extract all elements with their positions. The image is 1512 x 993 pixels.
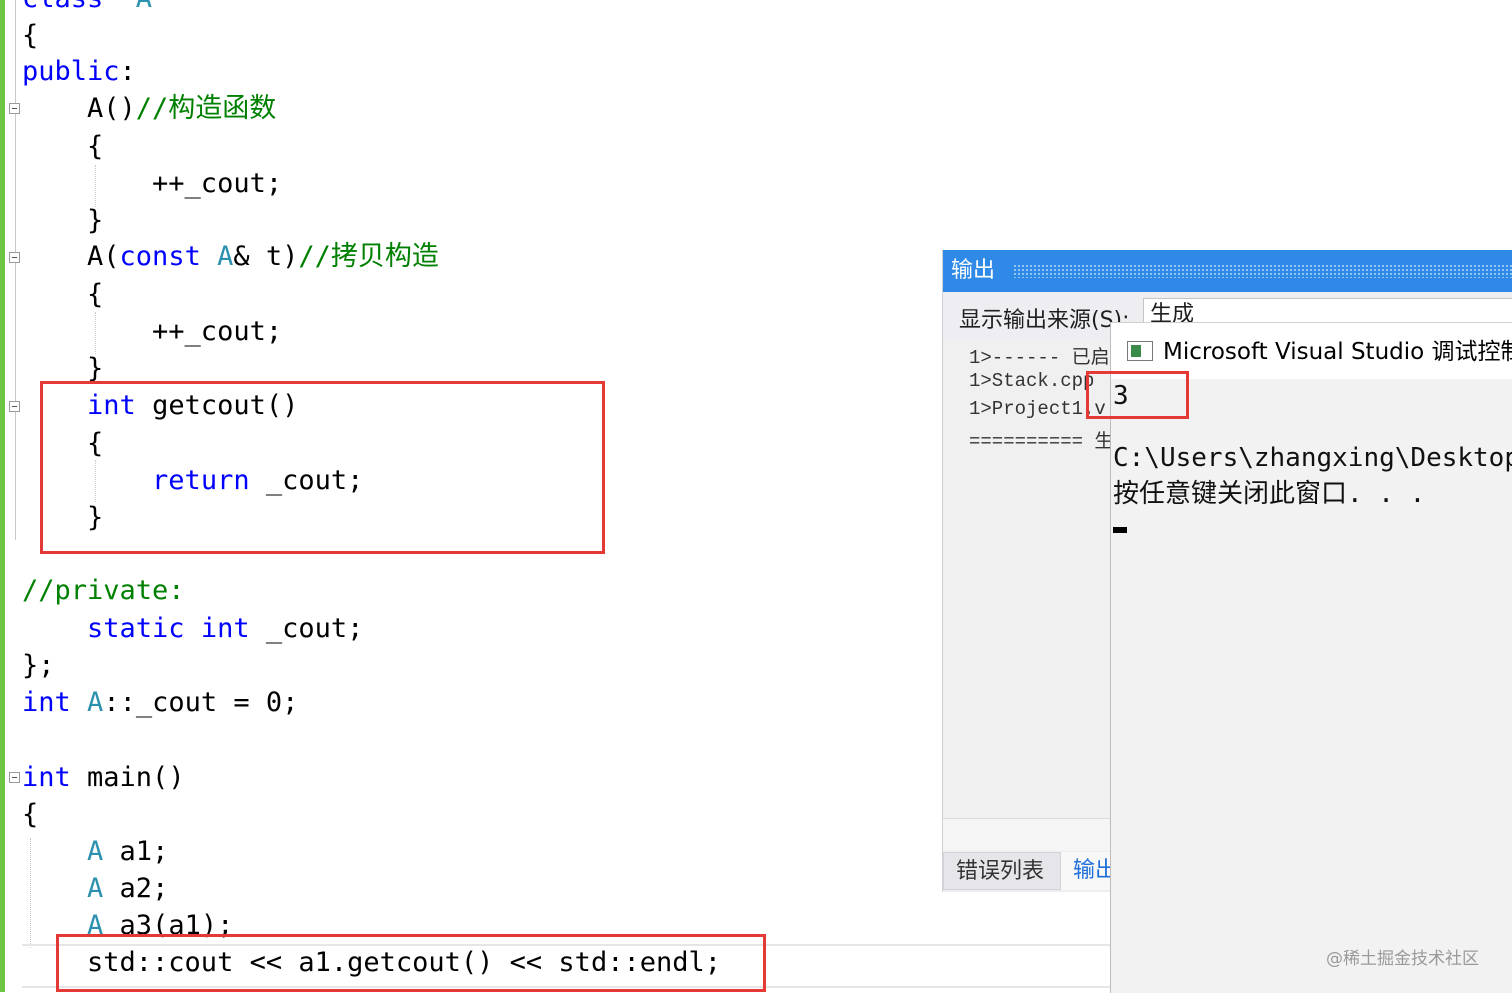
code-text: : (119, 56, 136, 87)
console-cursor (1113, 527, 1127, 533)
output-line: 1>Stack.cpp (969, 370, 1095, 392)
code-text: t) (265, 241, 299, 272)
annotation-box-output (1086, 371, 1189, 419)
console-title: Microsoft Visual Studio 调试控制 (1163, 339, 1512, 365)
code-type: A (217, 241, 234, 272)
code-line[interactable]: int main() (22, 759, 185, 797)
collapse-icon[interactable] (9, 103, 20, 114)
code-line[interactable]: public: (22, 53, 136, 91)
code-text: { (22, 279, 104, 310)
code-line[interactable]: //private: (22, 572, 185, 610)
code-line[interactable]: A a2; (22, 870, 168, 908)
code-keyword: int (22, 762, 71, 793)
code-text: a1; (103, 836, 169, 867)
tab-error-list[interactable]: 错误列表 (943, 852, 1061, 890)
console-app-icon (1127, 341, 1153, 361)
code-keyword: public (22, 56, 120, 87)
code-text: _cout; (249, 613, 364, 644)
watermark: @稀土掘金技术社区 (1326, 949, 1479, 969)
output-title: 输出 (951, 258, 996, 283)
code-line[interactable]: { (22, 796, 38, 834)
code-text: main() (70, 762, 185, 793)
code-line[interactable]: } (22, 202, 103, 240)
title-drag-grip[interactable] (1013, 264, 1512, 278)
code-text: }; (22, 650, 55, 681)
code-line[interactable]: }; (22, 647, 55, 685)
code-line[interactable]: ++_cout; (22, 313, 282, 351)
code-keyword: int (22, 687, 71, 718)
annotation-box-cout-line (56, 934, 766, 992)
code-line[interactable]: { (22, 128, 103, 166)
console-prompt-line: 按任意键关闭此窗口. . . (1113, 479, 1426, 509)
code-text: } (22, 353, 104, 384)
code-text: ++_cout; (22, 316, 283, 347)
output-source-label: 显示输出来源(S): (959, 308, 1130, 333)
collapse-icon[interactable] (9, 772, 20, 783)
code-line[interactable]: ++_cout; (22, 165, 282, 203)
code-line[interactable]: A a1; (22, 833, 168, 871)
collapse-icon[interactable] (9, 252, 20, 263)
code-keyword: static (87, 613, 185, 644)
code-line[interactable]: int A::_cout = 0; (22, 684, 298, 722)
code-text: { (22, 20, 39, 51)
code-text: } (22, 205, 104, 236)
code-line[interactable]: { (22, 17, 38, 55)
code-line[interactable]: static int _cout; (22, 610, 363, 648)
code-text: A( (22, 241, 120, 272)
code-line[interactable]: A()//构造函数 (22, 90, 276, 128)
code-keyword: const (119, 241, 201, 272)
code-text: { (22, 799, 39, 830)
code-type: A (87, 836, 104, 867)
annotation-box-getcout (40, 381, 605, 554)
outline-fold-line (15, 0, 16, 540)
change-indicator-bar (0, 0, 5, 992)
code-line[interactable]: A(const A& t)//拷贝构造 (22, 238, 439, 276)
code-line[interactable]: { (22, 276, 103, 314)
output-title-bar[interactable]: 输出 (943, 250, 1512, 292)
code-text: ++_cout; (22, 168, 283, 199)
collapse-icon[interactable] (9, 401, 20, 412)
code-keyword: class (22, 0, 103, 14)
code-comment: //private: (22, 575, 185, 606)
code-comment: //构造函数 (135, 93, 277, 124)
code-text: ::_cout = 0; (103, 687, 299, 718)
code-keyword: int (200, 613, 250, 644)
output-line: 1>------ 已启 (969, 347, 1110, 369)
output-line: ========== 生 (969, 431, 1114, 453)
code-text: A() (22, 93, 136, 124)
code-text: & (233, 241, 266, 272)
console-path-line: C:\Users\zhangxing\Desktop (1113, 443, 1512, 473)
code-type: A (87, 873, 104, 904)
code-comment: //拷贝构造 (298, 241, 439, 272)
code-line[interactable]: class A (22, 0, 152, 18)
code-type: A (87, 687, 104, 718)
code-text: { (22, 131, 104, 162)
debug-console-window[interactable]: Microsoft Visual Studio 调试控制 3 C:\Users\… (1086, 322, 1512, 993)
code-type: A (136, 0, 152, 14)
code-text: a2; (103, 873, 169, 904)
